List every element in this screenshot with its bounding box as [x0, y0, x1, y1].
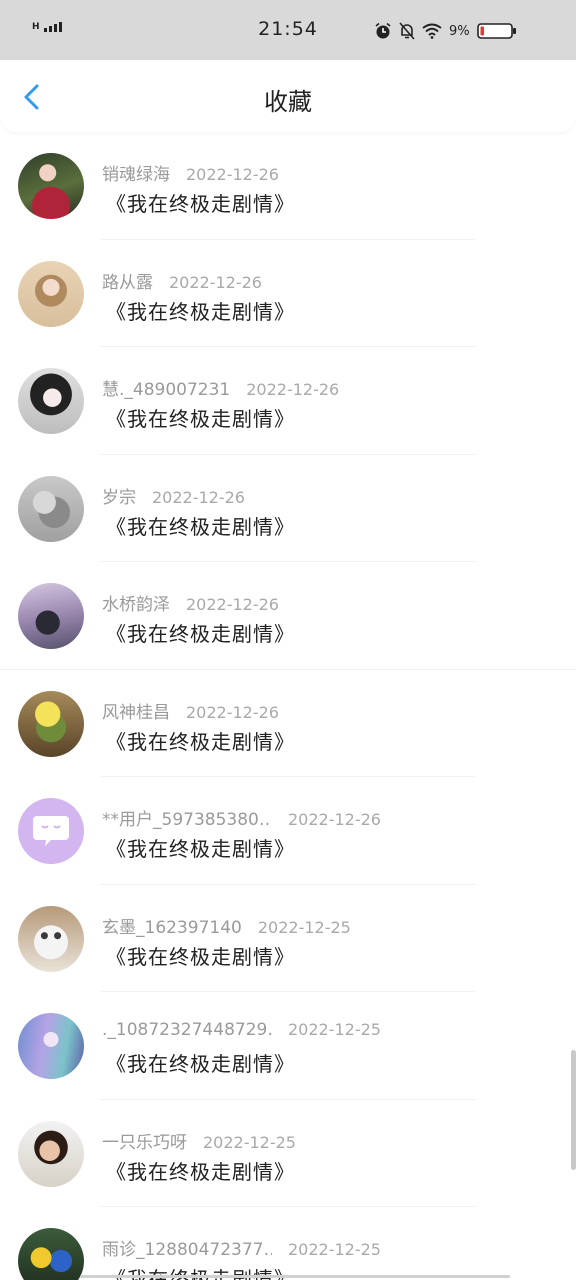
book-title: 《我在终极走剧情》: [106, 407, 295, 431]
username: 一只乐巧呀: [102, 1132, 187, 1153]
favorite-date: 2022-12-26: [186, 165, 279, 184]
favorite-date: 2022-12-25: [288, 1020, 381, 1039]
scrollbar[interactable]: [571, 1050, 576, 1170]
list-item[interactable]: 慧._489007231 2022-12-26 《我在终极走剧情》: [0, 347, 576, 455]
username: 慧._489007231: [102, 380, 231, 400]
wifi-icon: [422, 23, 442, 39]
username: 玄墨_162397140: [102, 917, 242, 938]
book-title: 《我在终极走剧情》: [106, 299, 295, 324]
favorite-date: 2022-12-26: [169, 272, 262, 292]
username: ._10872327448729…: [102, 1020, 272, 1040]
favorites-list[interactable]: 销魂绿海 2022-12-26 《我在终极走剧情》 路从露 2022-12-26 《…: [0, 132, 576, 1280]
page-title: 收藏: [264, 88, 312, 116]
book-title: 《我在终极走剧情》: [106, 622, 295, 646]
avatar[interactable]: [18, 153, 84, 219]
list-item[interactable]: 路从露 2022-12-26 《我在终极走剧情》: [0, 240, 576, 347]
status-bar: H 21:54 9%: [0, 0, 576, 60]
book-title: 《我在终极走剧情》: [106, 729, 295, 754]
avatar[interactable]: [18, 475, 84, 542]
avatar[interactable]: [18, 690, 84, 757]
username: 水桥韵泽: [102, 595, 170, 615]
list-item[interactable]: 风神桂昌 2022-12-26 《我在终极走剧情》: [0, 670, 576, 777]
avatar[interactable]: [18, 1228, 84, 1280]
home-indicator[interactable]: [80, 1275, 510, 1278]
list-item[interactable]: 玄墨_162397140 2022-12-25 《我在终极走剧情》: [0, 885, 576, 992]
battery-percent: 9%: [449, 23, 470, 39]
battery-icon: [476, 23, 516, 39]
book-title: 《我在终极走剧情》: [106, 1159, 295, 1184]
list-item[interactable]: 岁宗 2022-12-26 《我在终极走剧情》: [0, 455, 576, 562]
favorite-date: 2022-12-26: [246, 380, 340, 399]
avatar[interactable]: [18, 1120, 84, 1187]
favorite-date: 2022-12-25: [203, 1132, 296, 1152]
list-item[interactable]: 水桥韵泽 2022-12-26 《我在终极走剧情》: [0, 562, 576, 670]
username: 风神桂昌: [102, 702, 170, 723]
favorite-date: 2022-12-25: [288, 1240, 381, 1259]
avatar[interactable]: [18, 583, 84, 649]
favorite-date: 2022-12-26: [186, 702, 279, 722]
list-item[interactable]: 销魂绿海 2022-12-26 《我在终极走剧情》: [0, 132, 576, 240]
book-title: 《我在终极走剧情》: [106, 1052, 295, 1076]
avatar[interactable]: [18, 368, 84, 434]
username: 岁宗: [102, 487, 136, 508]
favorite-date: 2022-12-26: [152, 487, 245, 507]
favorite-date: 2022-12-25: [257, 917, 351, 937]
avatar[interactable]: [18, 905, 84, 972]
book-title: 《我在终极走剧情》: [106, 837, 295, 861]
avatar[interactable]: [18, 260, 84, 327]
username: **用户_597385380…: [102, 810, 272, 830]
favorite-date: 2022-12-26: [186, 595, 279, 614]
list-item[interactable]: 雨诊_12880472377… 2022-12-25 《我在终极走剧情》: [0, 1207, 576, 1280]
avatar[interactable]: [18, 798, 84, 864]
username: 销魂绿海: [102, 165, 170, 185]
avatar[interactable]: [18, 1013, 84, 1079]
mute-icon: [399, 22, 415, 40]
book-title: 《我在终极走剧情》: [106, 192, 295, 216]
username: 雨诊_12880472377…: [102, 1240, 272, 1260]
list-item[interactable]: ._10872327448729… 2022-12-25 《我在终极走剧情》: [0, 992, 576, 1100]
list-item[interactable]: 一只乐巧呀 2022-12-25 《我在终极走剧情》: [0, 1100, 576, 1207]
app-header: 收藏: [0, 60, 576, 132]
username: 路从露: [102, 272, 153, 293]
alarm-icon: [375, 22, 391, 39]
list-item[interactable]: **用户_597385380… 2022-12-26 《我在终极走剧情》: [0, 777, 576, 885]
chat-bubble-icon: [33, 816, 69, 846]
favorite-date: 2022-12-26: [288, 810, 381, 829]
book-title: 《我在终极走剧情》: [106, 944, 295, 969]
book-title: 《我在终极走剧情》: [106, 514, 295, 539]
